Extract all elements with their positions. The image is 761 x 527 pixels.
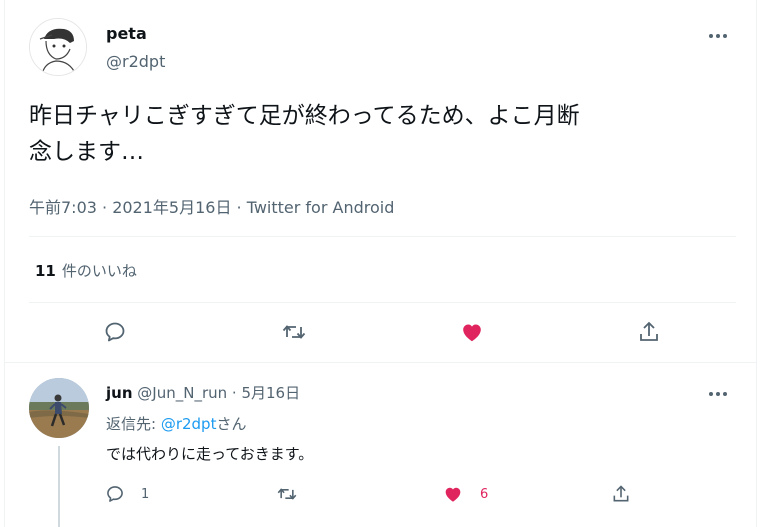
reply-author-handle[interactable]: @Jun_N_run [137, 384, 227, 402]
share-button[interactable] [635, 318, 663, 346]
heart-icon [445, 487, 461, 502]
reply-retweet-button[interactable] [276, 482, 298, 506]
retweet-button[interactable] [280, 318, 308, 346]
like-button[interactable] [458, 318, 486, 346]
reply-icon [105, 322, 125, 342]
reply-button[interactable] [101, 318, 129, 346]
runner-photo-icon [29, 378, 89, 438]
replying-mention[interactable]: @r2dpt [161, 415, 217, 433]
separator: · [227, 384, 242, 402]
share-icon [640, 321, 658, 341]
replying-prefix: 返信先: [106, 415, 161, 433]
reply-count: 1 [141, 486, 150, 502]
tweet-text: 昨日チャリこぎすぎて足が終わってるため、よこ月断 念します… [29, 98, 729, 170]
like-count: 6 [480, 486, 489, 502]
reply-author-name[interactable]: jun [106, 384, 133, 402]
author-handle[interactable]: @r2dpt [106, 52, 165, 71]
likes-label: 件のいいね [61, 262, 137, 280]
more-icon [709, 392, 713, 396]
more-icon [709, 34, 713, 38]
reply-action-bar: 1 6 [5, 482, 756, 506]
tweet-timestamp[interactable]: 午前7:03 · 2021年5月16日 · Twitter for Androi… [29, 194, 394, 218]
retweet-icon [277, 488, 297, 500]
author-name[interactable]: peta [106, 24, 147, 43]
reply-more-button[interactable] [706, 384, 730, 404]
reply-date[interactable]: 5月16日 [241, 384, 300, 402]
tweet-text-line: 念します… [29, 139, 144, 165]
avatar[interactable] [29, 18, 87, 76]
tweet-detail: peta @r2dpt 昨日チャリこぎすぎて足が終わってるため、よこ月断 念しま… [4, 0, 757, 527]
likes-count: 11 [35, 262, 56, 280]
reply-share-button[interactable] [611, 482, 631, 506]
reply-like-button[interactable]: 6 [442, 482, 488, 506]
divider [29, 236, 736, 237]
reply-header: jun @Jun_N_run · 5月16日 [106, 382, 300, 403]
more-button[interactable] [706, 26, 730, 46]
reply-text: では代わりに走っておきます。 [106, 445, 314, 463]
reply-icon [107, 486, 123, 502]
replying-to: 返信先: @r2dptさん [106, 413, 246, 434]
retweet-icon [282, 325, 306, 339]
divider [29, 302, 736, 303]
heart-icon [463, 324, 481, 342]
share-icon [613, 485, 629, 502]
reply-reply-button[interactable]: 1 [105, 482, 149, 506]
avatar[interactable] [29, 378, 89, 438]
likes-summary[interactable]: 11 件のいいね [35, 260, 137, 281]
tweet-action-bar [5, 318, 756, 346]
divider [5, 362, 756, 363]
replying-suffix: さん [216, 415, 247, 433]
tweet-text-line: 昨日チャリこぎすぎて足が終わってるため、よこ月断 [29, 103, 580, 129]
user-avatar-sketch-icon [30, 19, 86, 75]
